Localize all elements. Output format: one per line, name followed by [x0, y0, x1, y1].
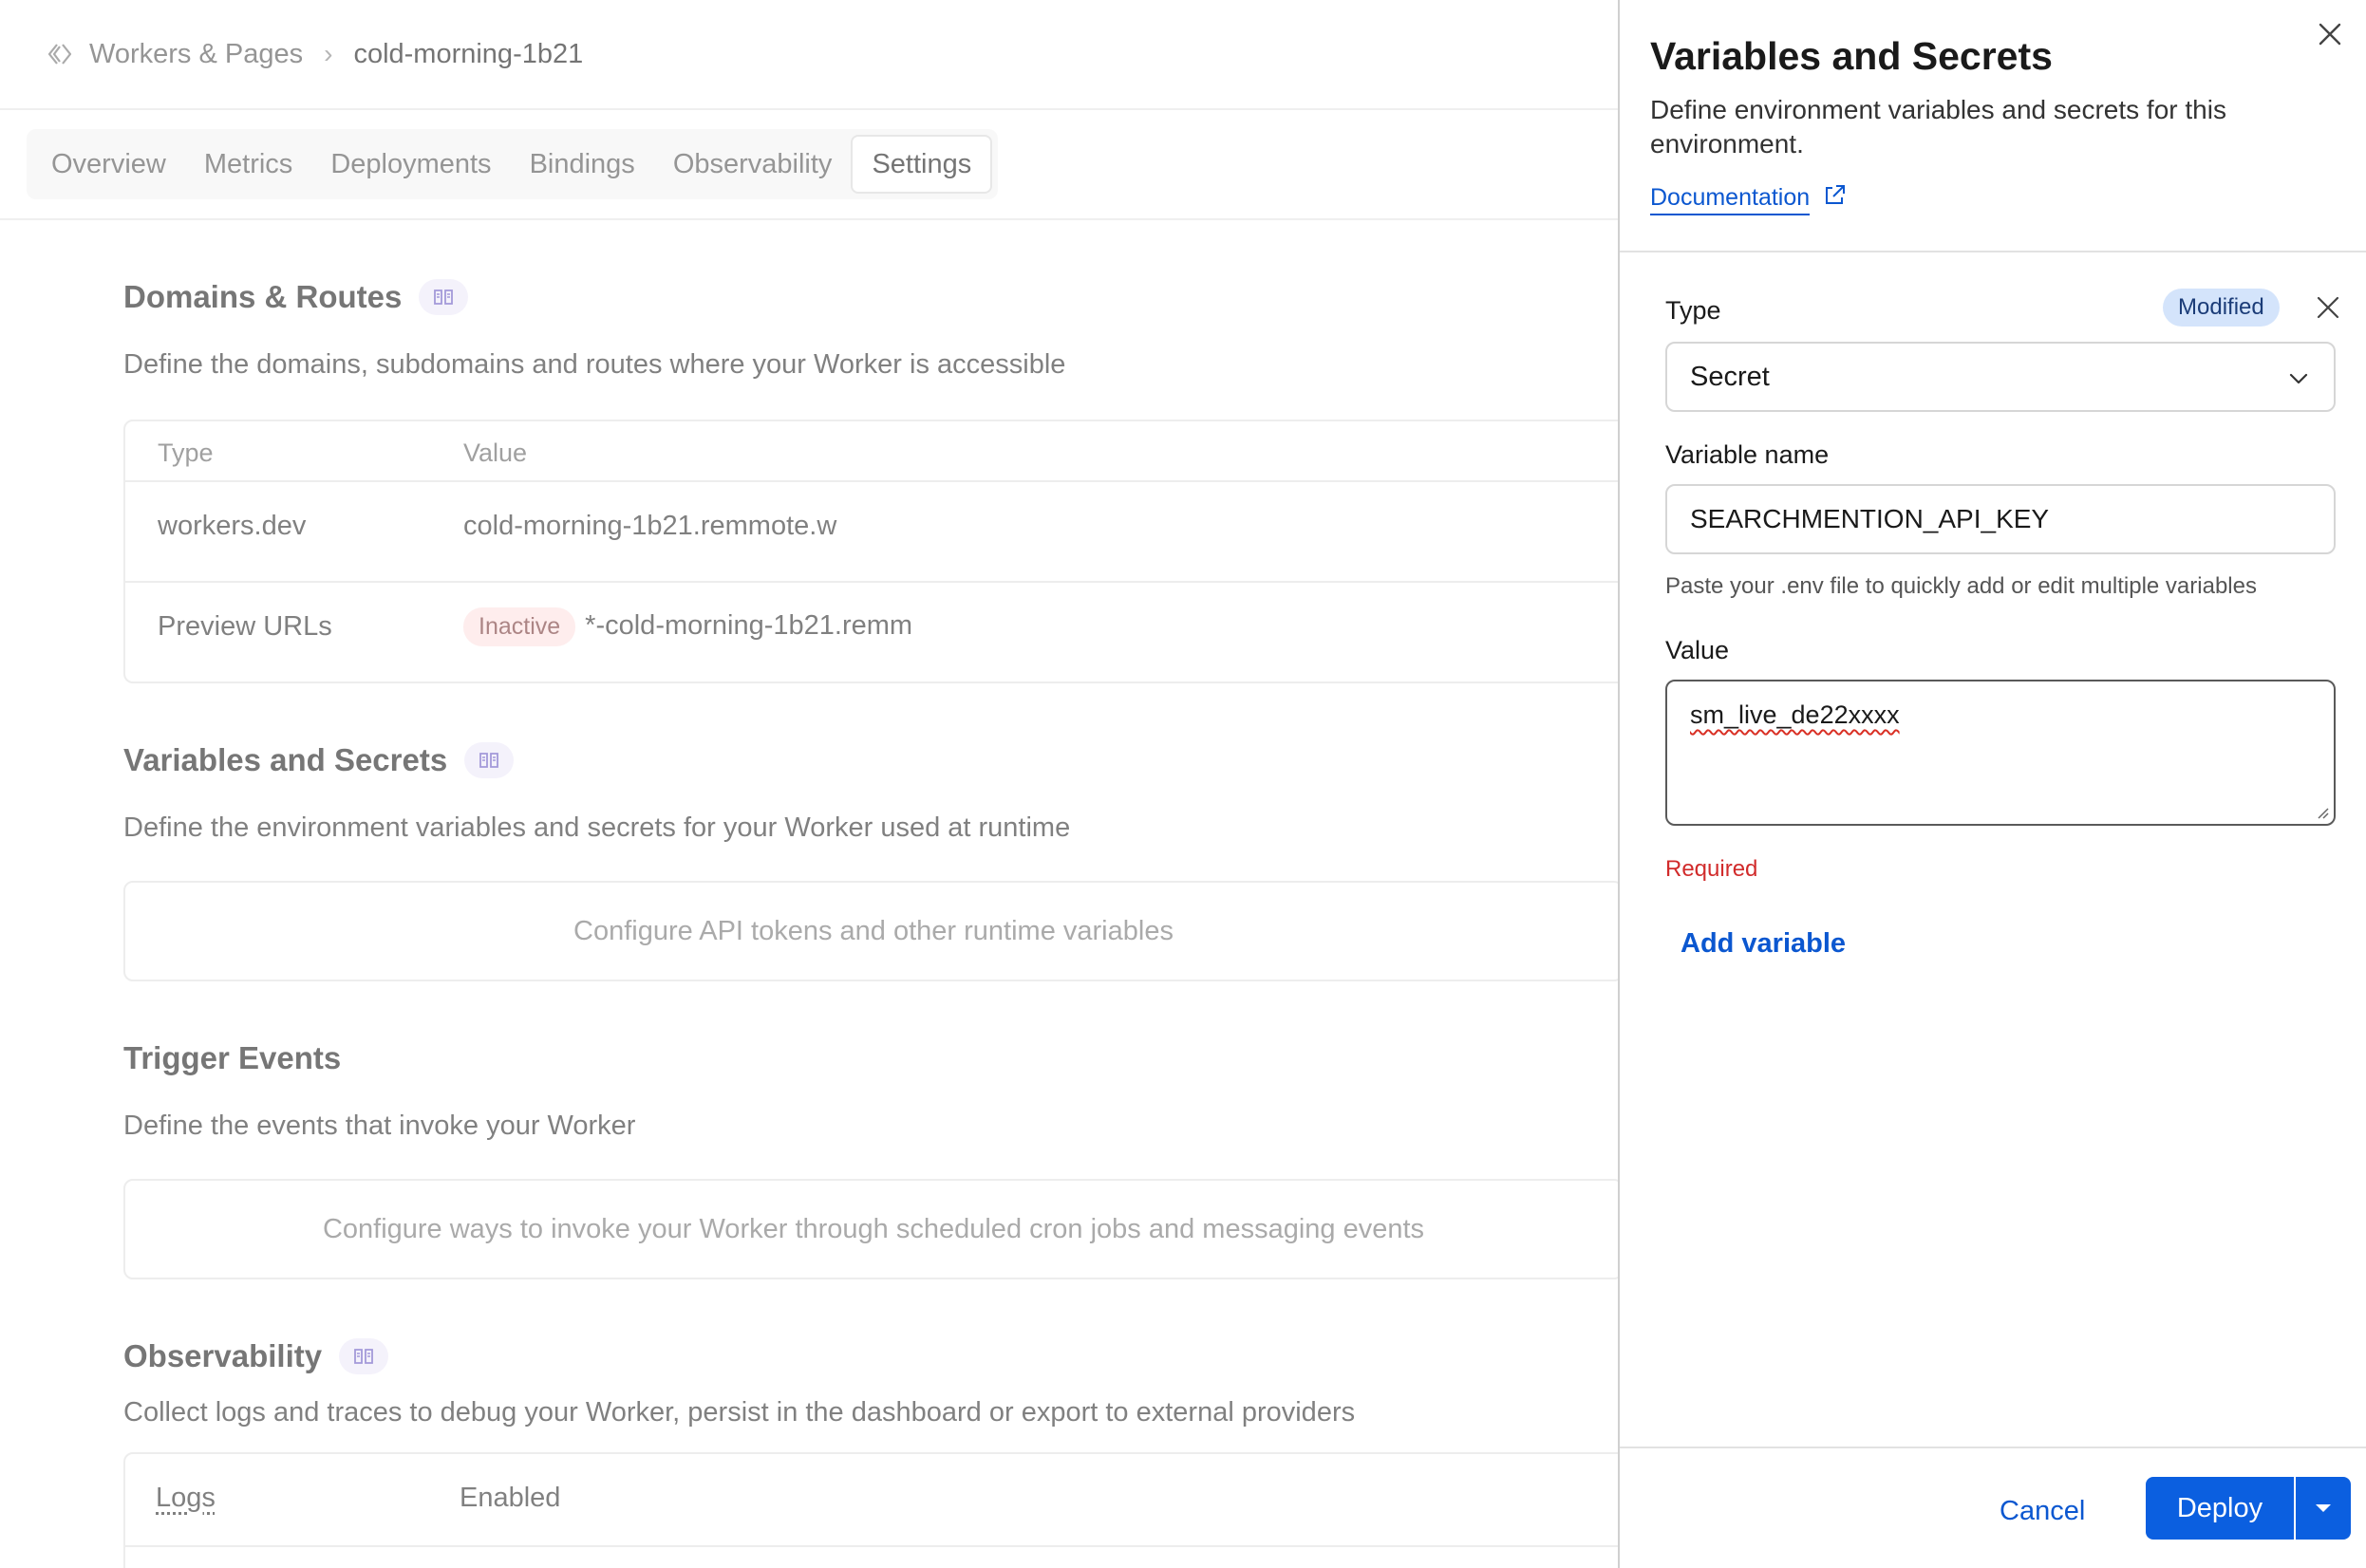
required-error: Required [1665, 856, 1758, 882]
type-select-value: Secret [1690, 361, 1770, 392]
chevron-down-icon [2289, 373, 2308, 384]
variable-name-label: Variable name [1665, 440, 1830, 469]
external-link-icon[interactable] [1821, 182, 1848, 209]
type-label: Type [1665, 296, 1721, 325]
drawer-description: Define environment variables and secrets… [1650, 95, 2226, 159]
variable-name-input[interactable]: SEARCHMENTION_API_KEY [1665, 484, 2336, 554]
deploy-options-button[interactable] [2296, 1477, 2351, 1540]
variables-drawer: Variables and Secrets Define environment… [1618, 0, 2366, 1568]
env-paste-hint: Paste your .env file to quickly add or e… [1665, 573, 2257, 599]
variable-name-value: SEARCHMENTION_API_KEY [1690, 504, 2050, 533]
cancel-button[interactable]: Cancel [2000, 1496, 2085, 1527]
worker-settings-page: Workers & Pages › cold-morning-1b21 Over… [0, 0, 1618, 1568]
caret-down-icon [2316, 1504, 2331, 1512]
resize-grip-icon[interactable] [2315, 805, 2330, 820]
value-textarea[interactable]: sm_live_de22xxxx [1665, 680, 2336, 826]
value-text: sm_live_de22xxxx [1690, 700, 1900, 729]
type-select[interactable]: Secret [1665, 342, 2336, 412]
close-icon[interactable] [2313, 17, 2347, 51]
drawer-divider [1620, 251, 2366, 252]
documentation-link[interactable]: Documentation [1650, 184, 1811, 215]
drawer-title: Variables and Secrets [1650, 34, 2053, 78]
value-label: Value [1665, 636, 1730, 664]
modified-badge: Modified [2163, 289, 2280, 327]
deploy-button[interactable]: Deploy [2146, 1477, 2294, 1540]
add-variable-button[interactable]: Add variable [1681, 928, 1846, 960]
footer-divider [1620, 1447, 2366, 1448]
close-icon[interactable] [2313, 292, 2343, 323]
modal-backdrop[interactable] [0, 0, 1618, 1568]
